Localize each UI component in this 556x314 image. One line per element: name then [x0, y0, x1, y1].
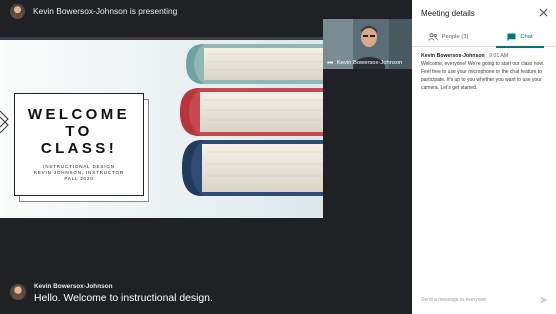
- slide-title: WELCOME TO CLASS!: [27, 106, 131, 157]
- close-icon[interactable]: [539, 8, 548, 17]
- chat-message-text: Welcome, everyone! We're going to start …: [421, 61, 545, 91]
- caption-speaker-avatar: [10, 284, 26, 300]
- chat-message-header: Kevin Bowersox-Johnson 9:01 AM: [421, 53, 549, 59]
- send-icon[interactable]: [540, 296, 548, 304]
- slide-title-card: WELCOME TO CLASS! INSTRUCTIONAL DESIGN K…: [14, 93, 144, 196]
- meeting-details-panel: Meeting details People (3) Chat Kevin Bo…: [412, 0, 556, 314]
- self-name-label: Kevin Bowersox-Johnson: [336, 60, 403, 66]
- slide-subtitle-term: FALL 2020: [64, 176, 94, 181]
- presenter-avatar: [10, 3, 25, 19]
- chat-message-time: 9:01 AM: [489, 53, 509, 59]
- people-icon: [427, 33, 438, 41]
- chat-icon: [507, 33, 516, 41]
- presenter-banner-text: Kevin Bowersox-Johnson is presenting: [33, 6, 178, 16]
- chat-message-input[interactable]: [421, 297, 533, 303]
- more-dots-icon[interactable]: •••: [327, 60, 333, 67]
- live-caption: Kevin Bowersox-Johnson Hello. Welcome to…: [10, 283, 213, 304]
- shared-slide: WELCOME TO CLASS! INSTRUCTIONAL DESIGN K…: [0, 37, 323, 218]
- tab-people-label: People (3): [441, 34, 469, 40]
- panel-tabs: People (3) Chat: [412, 27, 556, 48]
- chat-message-sender: Kevin Bowersox-Johnson: [421, 53, 485, 59]
- panel-header: Meeting details: [412, 0, 556, 26]
- chat-composer: [412, 292, 556, 308]
- presentation-stage: Kevin Bowersox-Johnson is presenting WEL…: [0, 0, 412, 314]
- chat-message: Kevin Bowersox-Johnson 9:01 AM Welcome, …: [421, 53, 549, 92]
- tab-chat[interactable]: Chat: [484, 27, 556, 48]
- tab-chat-label: Chat: [520, 34, 533, 40]
- caption-speaker-name: Kevin Bowersox-Johnson: [34, 283, 113, 290]
- panel-title: Meeting details: [421, 8, 475, 18]
- caption-text: Hello. Welcome to instructional design.: [34, 293, 213, 304]
- self-name-bar: ••• Kevin Bowersox-Johnson: [323, 57, 412, 69]
- books-image: [180, 44, 323, 196]
- tab-people[interactable]: People (3): [412, 27, 484, 47]
- self-video-tile[interactable]: ••• Kevin Bowersox-Johnson: [323, 19, 412, 69]
- meet-window: Kevin Bowersox-Johnson is presenting WEL…: [0, 0, 556, 314]
